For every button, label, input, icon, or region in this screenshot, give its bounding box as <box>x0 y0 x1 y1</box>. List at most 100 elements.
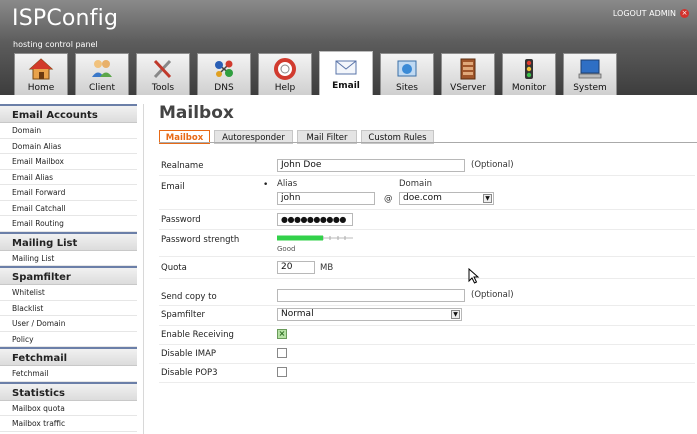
domain-select[interactable]: doe.com ▼ <box>399 192 494 205</box>
subtab-underline <box>159 142 697 143</box>
domain-label: Domain <box>399 179 432 189</box>
spamfilter-select-value: Normal <box>281 309 314 319</box>
tab-home-label: Home <box>27 83 55 93</box>
sendcopy-input[interactable] <box>277 289 465 302</box>
sidebar-item-email-mailbox[interactable]: Email Mailbox <box>0 154 137 170</box>
tab-monitor[interactable]: Monitor <box>502 53 556 95</box>
password-strength-meter <box>277 235 353 241</box>
pop3-checkbox[interactable] <box>277 367 287 377</box>
tab-system[interactable]: System <box>563 53 617 95</box>
tab-client[interactable]: Client <box>75 53 129 95</box>
tab-vserver-label: VServer <box>450 83 486 93</box>
sidebar-item-mailbox-traffic[interactable]: Mailbox traffic <box>0 416 137 432</box>
app-logo: ISPConfig <box>12 6 119 31</box>
tab-dns[interactable]: DNS <box>197 53 251 95</box>
sidebar-item-whitelist[interactable]: Whitelist <box>0 285 137 301</box>
password-strength-label: Password strength <box>161 235 240 245</box>
app-tagline: hosting control panel <box>13 40 98 49</box>
password-input[interactable]: ●●●●●●●●●● <box>277 213 353 226</box>
home-icon <box>28 58 54 80</box>
tab-help[interactable]: Help <box>258 53 312 95</box>
tab-email[interactable]: Email <box>319 51 373 95</box>
logout-icon: × <box>680 9 689 18</box>
spamfilter-select[interactable]: Normal ▼ <box>277 308 462 321</box>
sidebar-divider <box>143 104 144 434</box>
password-strength-text: Good <box>277 245 296 253</box>
sendcopy-label: Send copy to <box>161 292 217 302</box>
sidebar-item-email-forward[interactable]: Email Forward <box>0 185 137 201</box>
sidebar-item-mailing-list[interactable]: Mailing List <box>0 251 137 266</box>
tools-icon <box>153 59 172 79</box>
tab-help-label: Help <box>274 83 296 93</box>
row-password: Password ●●●●●●●●●● <box>159 211 695 230</box>
receiving-label: Enable Receiving <box>161 330 234 340</box>
sidebar-item-email-routing[interactable]: Email Routing <box>0 216 137 232</box>
row-spamfilter: Spamfilter Normal ▼ <box>159 306 695 326</box>
receiving-checkbox[interactable]: × <box>277 329 287 339</box>
tab-tools[interactable]: Tools <box>136 53 190 95</box>
top-header: ISPConfig hosting control panel LOGOUT A… <box>0 0 697 95</box>
vserver-icon <box>460 58 476 80</box>
quota-input[interactable]: 20 <box>277 261 315 274</box>
sidebar-item-policy[interactable]: Policy <box>0 332 137 347</box>
at-sign: @ <box>384 194 393 204</box>
email-required-dot: • <box>263 180 269 190</box>
email-label: Email <box>161 182 185 192</box>
tab-monitor-label: Monitor <box>511 83 547 93</box>
sidebar-item-domain[interactable]: Domain <box>0 123 137 139</box>
system-icon <box>578 59 602 79</box>
tab-client-label: Client <box>88 83 116 93</box>
pop3-label: Disable POP3 <box>161 368 218 378</box>
sidebar-group-mailing-list: Mailing List <box>0 231 137 251</box>
realname-label: Realname <box>161 161 204 171</box>
imap-checkbox[interactable] <box>277 348 287 358</box>
tab-email-label: Email <box>332 81 360 91</box>
sidebar-item-domain-alias[interactable]: Domain Alias <box>0 139 137 154</box>
row-disable-pop3: Disable POP3 <box>159 364 695 383</box>
sidebar-group-statistics: Statistics <box>0 381 137 401</box>
tab-system-label: System <box>573 83 607 93</box>
spamfilter-label: Spamfilter <box>161 310 206 320</box>
page-title: Mailbox <box>159 103 234 123</box>
realname-optional: (Optional) <box>471 160 514 170</box>
monitor-icon <box>525 59 533 79</box>
sidebar: Email Accounts Domain Domain Alias Email… <box>0 104 137 434</box>
quota-unit: MB <box>320 263 334 273</box>
tab-vserver[interactable]: VServer <box>441 53 495 95</box>
main-content: Mailbox Mailbox Autoresponder Mail Filte… <box>159 103 697 383</box>
alias-label: Alias <box>277 179 298 189</box>
row-password-strength: Password strength Good <box>159 231 695 257</box>
tab-dns-label: DNS <box>214 83 234 93</box>
row-enable-receiving: Enable Receiving × <box>159 326 695 345</box>
chevron-down-icon: ▼ <box>451 310 460 319</box>
dns-icon <box>215 60 233 77</box>
sidebar-group-fetchmail: Fetchmail <box>0 347 137 366</box>
client-icon <box>92 60 112 77</box>
tab-home[interactable]: Home <box>14 53 68 95</box>
row-quota: Quota 20 MB <box>159 259 695 279</box>
password-label: Password <box>161 215 201 225</box>
sidebar-item-user-domain[interactable]: User / Domain <box>0 316 137 332</box>
row-send-copy: Send copy to (Optional) <box>159 286 695 306</box>
row-email: Email • Alias john @ Domain doe.com ▼ <box>159 177 695 210</box>
tab-tools-label: Tools <box>151 83 175 93</box>
alias-input[interactable]: john <box>277 192 375 205</box>
sidebar-item-mailbox-quota[interactable]: Mailbox quota <box>0 401 137 416</box>
help-icon <box>274 58 296 80</box>
domain-select-value: doe.com <box>403 193 442 203</box>
sidebar-group-spamfilter: Spamfilter <box>0 266 137 285</box>
logout-link[interactable]: LOGOUT ADMIN × <box>613 9 689 18</box>
sidebar-item-blacklist[interactable]: Blacklist <box>0 301 137 316</box>
sidebar-group-email-accounts: Email Accounts <box>0 104 137 123</box>
row-realname: Realname John Doe (Optional) <box>159 157 695 176</box>
quota-label: Quota <box>161 263 187 273</box>
sites-icon <box>397 60 417 77</box>
strength-meter-fill <box>277 235 323 241</box>
tab-sites[interactable]: Sites <box>380 53 434 95</box>
tab-sites-label: Sites <box>396 83 418 93</box>
realname-input[interactable]: John Doe <box>277 159 465 172</box>
sidebar-item-email-catchall[interactable]: Email Catchall <box>0 201 137 216</box>
sidebar-item-fetchmail[interactable]: Fetchmail <box>0 366 137 382</box>
sidebar-item-email-alias[interactable]: Email Alias <box>0 170 137 185</box>
sendcopy-optional: (Optional) <box>471 290 514 300</box>
